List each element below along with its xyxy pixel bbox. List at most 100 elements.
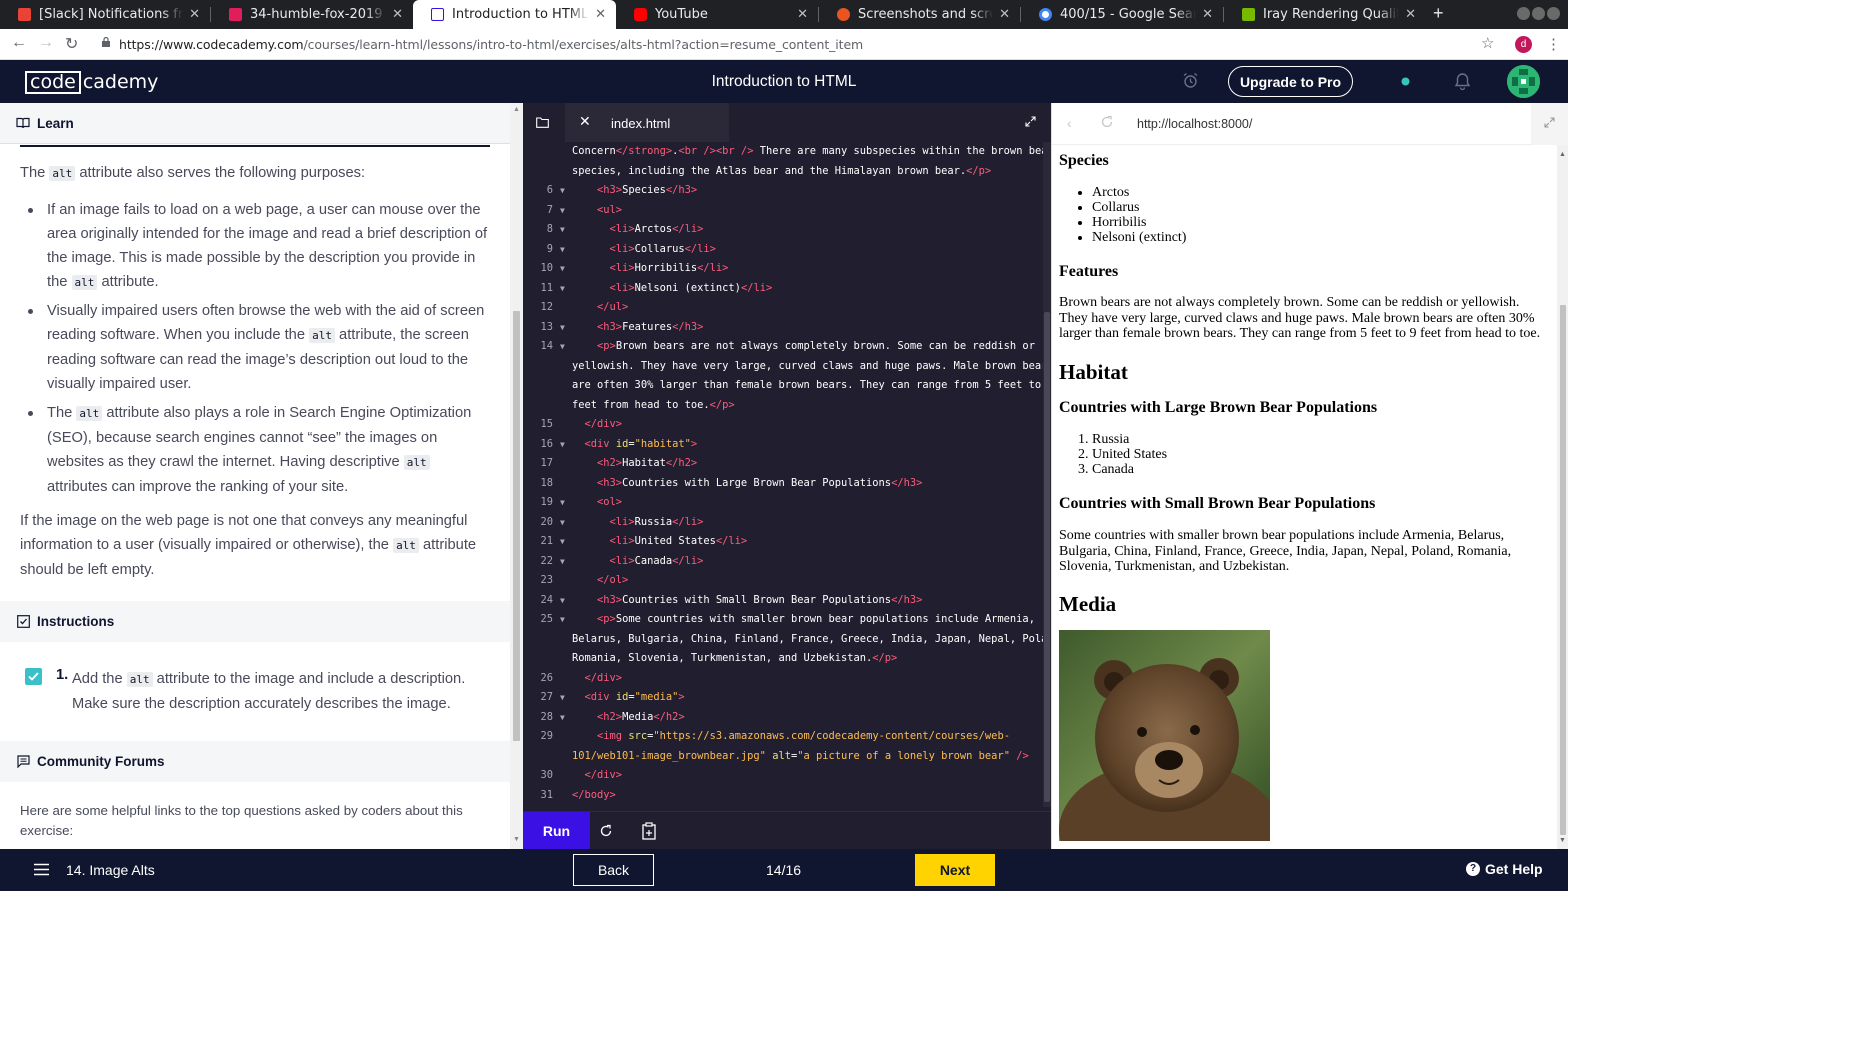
code-line[interactable]: Romania, Slovenia, Turkmenistan, and Uzb… bbox=[523, 649, 1043, 669]
code-line[interactable]: are often 30% larger than female brown b… bbox=[523, 376, 1043, 396]
browser-tab-youtube[interactable]: YouTube ✕ bbox=[616, 0, 818, 29]
fold-arrow-icon[interactable]: ▼ bbox=[560, 610, 565, 630]
browser-reload-button[interactable]: ↻ bbox=[65, 34, 78, 54]
scroll-up-arrow-icon[interactable]: ▲ bbox=[1559, 151, 1566, 158]
close-tab-icon[interactable]: ✕ bbox=[189, 7, 200, 22]
alarm-clock-icon[interactable] bbox=[1182, 72, 1199, 89]
learn-scrollbar[interactable]: ▲ ▼ bbox=[510, 103, 523, 849]
bookmark-star-icon[interactable]: ☆ bbox=[1481, 34, 1494, 52]
close-tab-icon[interactable]: ✕ bbox=[1405, 7, 1416, 22]
preview-scrollbar[interactable]: ▲ ▼ bbox=[1557, 145, 1568, 849]
fold-arrow-icon[interactable]: ▼ bbox=[560, 279, 565, 299]
fold-arrow-icon[interactable]: ▼ bbox=[560, 513, 565, 533]
next-button[interactable]: Next bbox=[915, 854, 995, 886]
maximize-window-button[interactable] bbox=[1532, 7, 1545, 20]
close-tab-icon[interactable]: ✕ bbox=[999, 7, 1010, 22]
browser-tab-slack[interactable]: [Slack] Notifications from ✕ bbox=[0, 0, 210, 29]
fold-arrow-icon[interactable]: ▼ bbox=[560, 181, 565, 201]
preview-reload-icon[interactable] bbox=[1100, 115, 1114, 129]
code-line[interactable]: 27 ▼ <div id="media"> bbox=[523, 688, 1043, 708]
code-line[interactable]: 9 ▼ <li>Collarus</li> bbox=[523, 240, 1043, 260]
code-line[interactable]: 12 </ul> bbox=[523, 298, 1043, 318]
close-tab-icon[interactable]: ✕ bbox=[1202, 7, 1213, 22]
browser-tab-hackathon[interactable]: 34-humble-fox-2019 | Hac ✕ bbox=[211, 0, 413, 29]
expand-editor-icon[interactable] bbox=[1025, 116, 1036, 127]
code-line[interactable]: 23 </ol> bbox=[523, 571, 1043, 591]
code-line[interactable]: 7 ▼ <ul> bbox=[523, 201, 1043, 221]
editor-scrollbar[interactable] bbox=[1043, 142, 1051, 807]
code-line[interactable]: 28 ▼ <h2>Media</h2> bbox=[523, 708, 1043, 728]
fold-arrow-icon[interactable]: ▼ bbox=[560, 259, 565, 279]
code-line[interactable]: 22 ▼ <li>Canada</li> bbox=[523, 552, 1043, 572]
back-button[interactable]: Back bbox=[573, 854, 654, 886]
learn-tab[interactable]: Learn bbox=[0, 103, 510, 144]
scroll-down-arrow-icon[interactable]: ▼ bbox=[513, 836, 520, 843]
copy-to-clipboard-icon[interactable] bbox=[641, 822, 657, 840]
fold-arrow-icon[interactable]: ▼ bbox=[560, 552, 565, 572]
upgrade-to-pro-button[interactable]: Upgrade to Pro bbox=[1228, 66, 1353, 97]
code-line[interactable]: 18 <h3>Countries with Large Brown Bear P… bbox=[523, 474, 1043, 494]
close-tab-icon[interactable]: ✕ bbox=[595, 7, 606, 22]
code-line[interactable]: Belarus, Bulgaria, China, Finland, Franc… bbox=[523, 630, 1043, 650]
code-line[interactable]: 21 ▼ <li>United States</li> bbox=[523, 532, 1043, 552]
code-line[interactable]: 10 ▼ <li>Horribilis</li> bbox=[523, 259, 1043, 279]
code-line[interactable]: 101/web101-image_brownbear.jpg" alt="a p… bbox=[523, 747, 1043, 767]
folder-icon[interactable] bbox=[536, 117, 549, 128]
code-line[interactable]: 6 ▼ <h3>Species</h3> bbox=[523, 181, 1043, 201]
close-tab-icon[interactable]: ✕ bbox=[797, 7, 808, 22]
code-line[interactable]: 26 </div> bbox=[523, 669, 1043, 689]
community-forums-header[interactable]: Community Forums bbox=[0, 741, 510, 782]
user-avatar[interactable] bbox=[1507, 65, 1540, 98]
close-file-icon[interactable]: ✕ bbox=[579, 113, 591, 130]
code-line[interactable]: feet from head to toe.</p> bbox=[523, 396, 1043, 416]
exercise-title[interactable]: 14. Image Alts bbox=[66, 862, 155, 878]
scroll-down-arrow-icon[interactable]: ▼ bbox=[1559, 837, 1566, 844]
url-field[interactable]: https://www.codecademy.com/courses/learn… bbox=[119, 37, 863, 52]
fold-arrow-icon[interactable]: ▼ bbox=[560, 201, 565, 221]
code-line[interactable]: 20 ▼ <li>Russia</li> bbox=[523, 513, 1043, 533]
code-line[interactable]: yellowish. They have very large, curved … bbox=[523, 357, 1043, 377]
code-line[interactable]: 30 </div> bbox=[523, 766, 1043, 786]
code-line[interactable]: 19 ▼ <ol> bbox=[523, 493, 1043, 513]
get-help-button[interactable]: ? Get Help bbox=[1466, 861, 1543, 877]
browser-tab-iray[interactable]: Iray Rendering Quality Se ✕ bbox=[1224, 0, 1426, 29]
notification-bell-icon[interactable] bbox=[1454, 72, 1471, 91]
scrollbar-thumb[interactable] bbox=[1560, 305, 1566, 835]
minimize-window-button[interactable] bbox=[1517, 7, 1530, 20]
new-tab-button[interactable]: + bbox=[1433, 3, 1444, 24]
lock-icon[interactable] bbox=[102, 37, 110, 47]
expand-preview-button[interactable] bbox=[1531, 103, 1568, 145]
fold-arrow-icon[interactable]: ▼ bbox=[560, 591, 565, 611]
code-line[interactable]: 17 <h2>Habitat</h2> bbox=[523, 454, 1043, 474]
fold-arrow-icon[interactable]: ▼ bbox=[560, 688, 565, 708]
fold-arrow-icon[interactable]: ▼ bbox=[560, 532, 565, 552]
scrollbar-thumb[interactable] bbox=[1044, 312, 1050, 802]
close-window-button[interactable] bbox=[1547, 7, 1560, 20]
browser-forward-button[interactable]: → bbox=[38, 34, 54, 52]
code-line[interactable]: 29 <img src="https://s3.amazonaws.com/co… bbox=[523, 727, 1043, 747]
fold-arrow-icon[interactable]: ▼ bbox=[560, 318, 565, 338]
code-line[interactable]: 15 </div> bbox=[523, 415, 1043, 435]
code-line[interactable]: 32 bbox=[523, 805, 1043, 807]
task-complete-checkbox[interactable] bbox=[25, 668, 42, 685]
code-line[interactable]: 25 ▼ <p>Some countries with smaller brown… bbox=[523, 610, 1043, 630]
profile-avatar[interactable]: d bbox=[1515, 36, 1532, 53]
code-line[interactable]: Concern</strong>.<br /><br /> There are … bbox=[523, 142, 1043, 162]
code-line[interactable]: 13 ▼ <h3>Features</h3> bbox=[523, 318, 1043, 338]
code-area[interactable]: Concern</strong>.<br /><br /> There are … bbox=[523, 142, 1043, 807]
browser-tab-google[interactable]: 400/15 - Google Search ✕ bbox=[1021, 0, 1223, 29]
fold-arrow-icon[interactable]: ▼ bbox=[560, 220, 565, 240]
code-line[interactable]: species, including the Atlas bear and th… bbox=[523, 162, 1043, 182]
code-line[interactable]: 24 ▼ <h3>Countries with Small Brown Bear … bbox=[523, 591, 1043, 611]
close-tab-icon[interactable]: ✕ bbox=[392, 7, 403, 22]
browser-tab-screenshots[interactable]: Screenshots and screenca ✕ bbox=[819, 0, 1020, 29]
fold-arrow-icon[interactable]: ▼ bbox=[560, 337, 565, 357]
instructions-header[interactable]: Instructions bbox=[0, 601, 510, 642]
code-line[interactable]: 31 </body> bbox=[523, 786, 1043, 806]
fold-arrow-icon[interactable]: ▼ bbox=[560, 435, 565, 455]
reset-code-icon[interactable] bbox=[599, 824, 613, 838]
preview-url[interactable]: http://localhost:8000/ bbox=[1137, 117, 1252, 131]
code-line[interactable]: 11 ▼ <li>Nelsoni (extinct)</li> bbox=[523, 279, 1043, 299]
browser-back-button[interactable]: ← bbox=[11, 34, 27, 52]
run-button[interactable]: Run bbox=[523, 812, 590, 850]
